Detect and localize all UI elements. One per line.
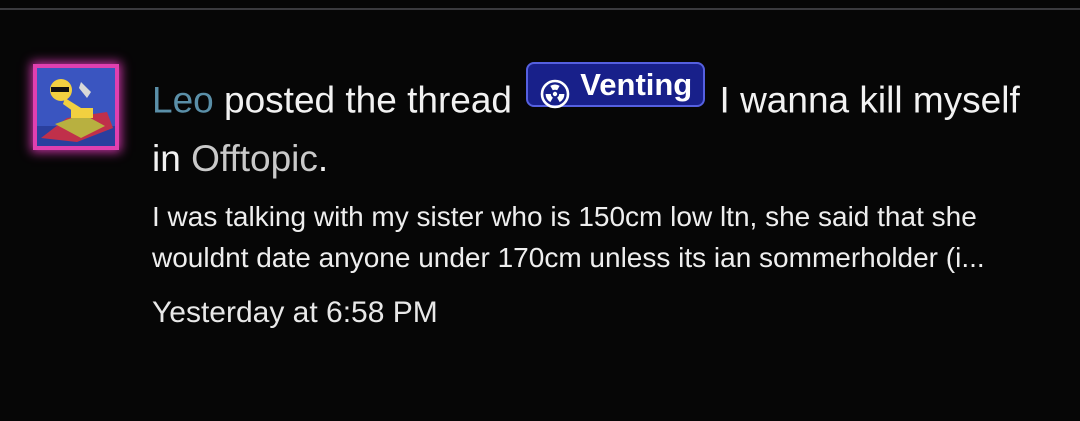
activity-headline: Leo posted the thread Venting I wanna ki… bbox=[152, 62, 1052, 188]
thread-title-link[interactable]: I wanna kill myself bbox=[709, 80, 1020, 121]
avatar-image bbox=[37, 68, 115, 146]
avatar[interactable] bbox=[33, 64, 119, 150]
in-text: in bbox=[152, 137, 192, 179]
timestamp[interactable]: Yesterday at 6:58 PM bbox=[152, 293, 1052, 333]
headline-period: . bbox=[317, 137, 329, 179]
post-snippet: I was talking with my sister who is 150c… bbox=[152, 200, 985, 273]
username-link[interactable]: Leo bbox=[152, 80, 214, 121]
forum-link[interactable]: Offtopic bbox=[191, 138, 318, 179]
activity-content: Leo posted the thread Venting I wanna ki… bbox=[152, 62, 1052, 333]
activity-item: Leo posted the thread Venting I wanna ki… bbox=[0, 0, 1080, 421]
action-text: posted the thread bbox=[213, 79, 523, 121]
thread-prefix-badge[interactable]: Venting bbox=[526, 62, 706, 108]
thread-prefix-label: Venting bbox=[580, 66, 693, 102]
radiation-icon bbox=[540, 70, 570, 108]
